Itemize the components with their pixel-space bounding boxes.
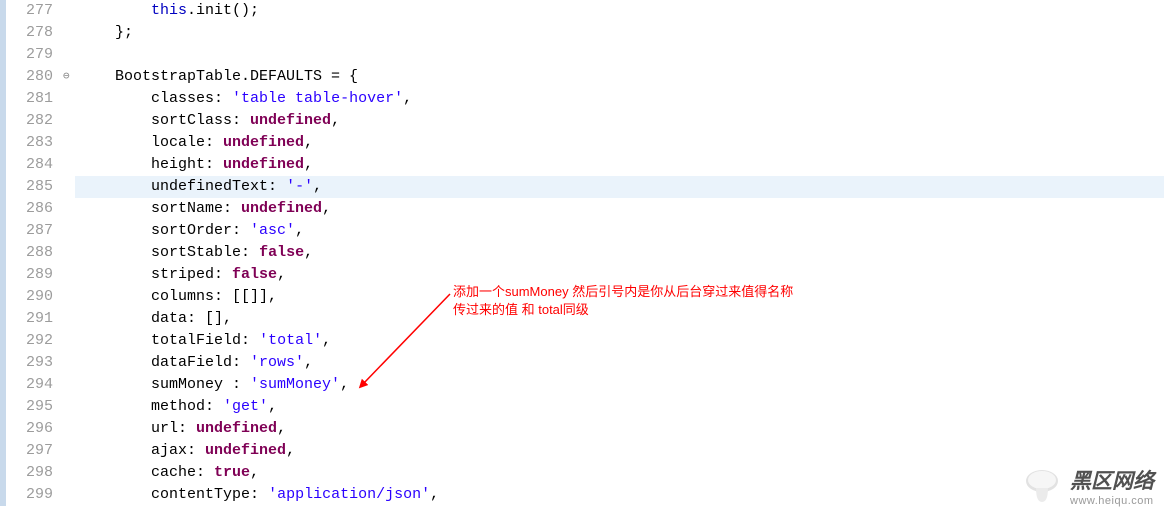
- line-number[interactable]: 290: [6, 286, 53, 308]
- line-number[interactable]: 297: [6, 440, 53, 462]
- line-number[interactable]: 279: [6, 44, 53, 66]
- code-line: contentType: 'application/json',: [75, 484, 1164, 506]
- line-number[interactable]: 298: [6, 462, 53, 484]
- code-line: sortClass: undefined,: [75, 110, 1164, 132]
- line-number[interactable]: 292: [6, 330, 53, 352]
- code-line: this.init();: [75, 0, 1164, 22]
- line-number[interactable]: 280: [6, 66, 53, 88]
- code-line: [75, 44, 1164, 66]
- line-number[interactable]: 295: [6, 396, 53, 418]
- keyword-this: this: [151, 2, 187, 19]
- line-number[interactable]: 296: [6, 418, 53, 440]
- line-number-gutter: 277 278 279 280 281 282 283 284 285 286 …: [6, 0, 63, 506]
- line-number[interactable]: 289: [6, 264, 53, 286]
- annotation-text: 添加一个sumMoney 然后引号内是你从后台穿过来值得名称 传过来的值 和 t…: [453, 283, 793, 319]
- code-line: classes: 'table table-hover',: [75, 88, 1164, 110]
- code-line: sortOrder: 'asc',: [75, 220, 1164, 242]
- line-number[interactable]: 286: [6, 198, 53, 220]
- code-line: height: undefined,: [75, 154, 1164, 176]
- code-line: url: undefined,: [75, 418, 1164, 440]
- code-line: };: [75, 22, 1164, 44]
- code-line-highlighted: undefinedText: '-',: [75, 176, 1164, 198]
- mushroom-icon: [1022, 466, 1062, 506]
- annotation-line2: 传过来的值 和 total同级: [453, 301, 793, 319]
- line-number[interactable]: 293: [6, 352, 53, 374]
- line-number[interactable]: 291: [6, 308, 53, 330]
- fold-column: ⊖: [63, 0, 75, 506]
- line-number[interactable]: 277: [6, 0, 53, 22]
- code-line: dataField: 'rows',: [75, 352, 1164, 374]
- line-number[interactable]: 294: [6, 374, 53, 396]
- fold-toggle-icon[interactable]: ⊖: [63, 69, 70, 83]
- line-number[interactable]: 281: [6, 88, 53, 110]
- code-line: cache: true,: [75, 462, 1164, 484]
- watermark: 黑区网络 www.heiqu.com: [1022, 465, 1154, 507]
- line-number[interactable]: 278: [6, 22, 53, 44]
- watermark-url: www.heiqu.com: [1070, 495, 1154, 507]
- code-line: ajax: undefined,: [75, 440, 1164, 462]
- line-number[interactable]: 284: [6, 154, 53, 176]
- line-number[interactable]: 288: [6, 242, 53, 264]
- line-number[interactable]: 299: [6, 484, 53, 506]
- code-line: totalField: 'total',: [75, 330, 1164, 352]
- code-line: sumMoney : 'sumMoney',: [75, 374, 1164, 396]
- code-line: BootstrapTable.DEFAULTS = {: [75, 66, 1164, 88]
- annotation-line1: 添加一个sumMoney 然后引号内是你从后台穿过来值得名称: [453, 283, 793, 301]
- code-line: sortName: undefined,: [75, 198, 1164, 220]
- code-line: locale: undefined,: [75, 132, 1164, 154]
- line-number[interactable]: 283: [6, 132, 53, 154]
- code-line: method: 'get',: [75, 396, 1164, 418]
- code-line: sortStable: false,: [75, 242, 1164, 264]
- line-number[interactable]: 282: [6, 110, 53, 132]
- line-number[interactable]: 285: [6, 176, 53, 198]
- watermark-title: 黑区网络: [1070, 465, 1154, 495]
- line-number[interactable]: 287: [6, 220, 53, 242]
- code-area[interactable]: this.init(); }; BootstrapTable.DEFAULTS …: [75, 0, 1164, 506]
- code-editor: 277 278 279 280 281 282 283 284 285 286 …: [0, 0, 1164, 506]
